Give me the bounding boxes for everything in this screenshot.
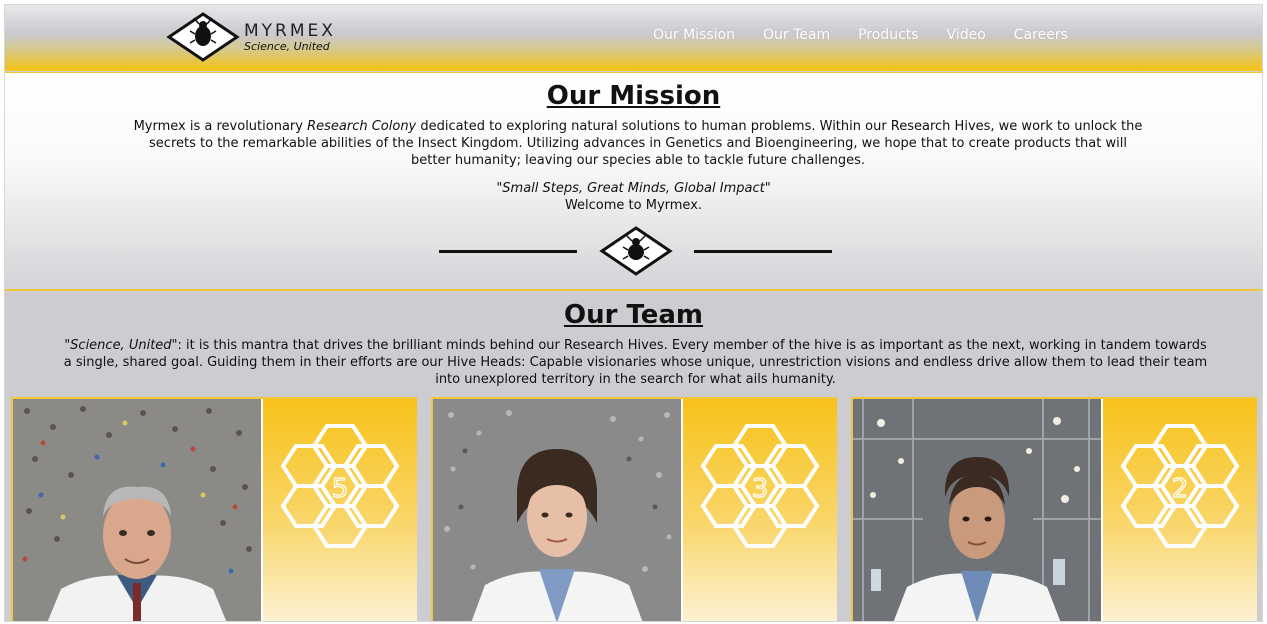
hive-number: 5: [332, 474, 349, 504]
team-section: Our Team "Science, United": it is this m…: [5, 293, 1262, 621]
mission-welcome: Welcome to Myrmex.: [564, 198, 703, 213]
nav-link-products[interactable]: Products: [858, 27, 918, 43]
team-card[interactable]: 3: [431, 397, 837, 621]
honeycomb-icon: 5: [280, 424, 400, 548]
nav-link-our-mission[interactable]: Our Mission: [653, 27, 735, 43]
nav-link-video[interactable]: Video: [947, 27, 986, 43]
mission-text: Myrmex is a revolutionary Research Colon…: [133, 118, 1143, 169]
page-frame: MYRMEX Science, United Our Mission Our T…: [4, 4, 1263, 622]
ant-diamond-icon: [599, 226, 673, 276]
hive-badge: 3: [683, 399, 837, 621]
brand-logo[interactable]: MYRMEX Science, United: [166, 12, 341, 62]
team-card[interactable]: 2: [851, 397, 1257, 621]
member-photo: [13, 399, 261, 621]
honeycomb-icon: 2: [1120, 424, 1240, 548]
top-nav: MYRMEX Science, United Our Mission Our T…: [5, 5, 1262, 71]
mission-section: Our Mission Myrmex is a revolutionary Re…: [5, 72, 1262, 291]
honeycomb-icon: 3: [700, 424, 820, 548]
team-title: Our Team: [563, 300, 704, 330]
member-photo: [853, 399, 1101, 621]
hive-badge: 2: [1103, 399, 1257, 621]
nav-links: Our Mission Our Team Products Video Care…: [653, 27, 1096, 43]
mission-title: Our Mission: [546, 81, 721, 111]
brand-tagline: Science, United: [244, 40, 330, 53]
team-text: "Science, United": it is this mantra tha…: [63, 337, 1208, 388]
mission-text-emphasis: Research Colony: [307, 119, 417, 134]
brand-name: MYRMEX: [244, 21, 336, 41]
nav-link-careers[interactable]: Careers: [1014, 27, 1068, 43]
team-text-emphasis: "Science, United": [64, 338, 178, 353]
divider-line-right: [694, 250, 832, 253]
hive-number: 3: [752, 474, 769, 504]
ant-diamond-icon: [166, 12, 240, 62]
team-card[interactable]: 5: [11, 397, 417, 621]
mission-quote: "Small Steps, Great Minds, Global Impact…: [496, 181, 771, 196]
nav-link-our-team[interactable]: Our Team: [763, 27, 830, 43]
team-text-post: : it is this mantra that drives the bril…: [63, 338, 1208, 387]
woman-portrait-image: [433, 399, 681, 621]
divider-line-left: [439, 250, 577, 253]
mission-text-pre: Myrmex is a revolutionary: [133, 119, 308, 134]
member-photo: [433, 399, 681, 621]
older-man-portrait-image: [13, 399, 261, 621]
hive-number: 2: [1172, 474, 1189, 504]
woman-lab-portrait-image: [853, 399, 1101, 621]
hive-badge: 5: [263, 399, 417, 621]
